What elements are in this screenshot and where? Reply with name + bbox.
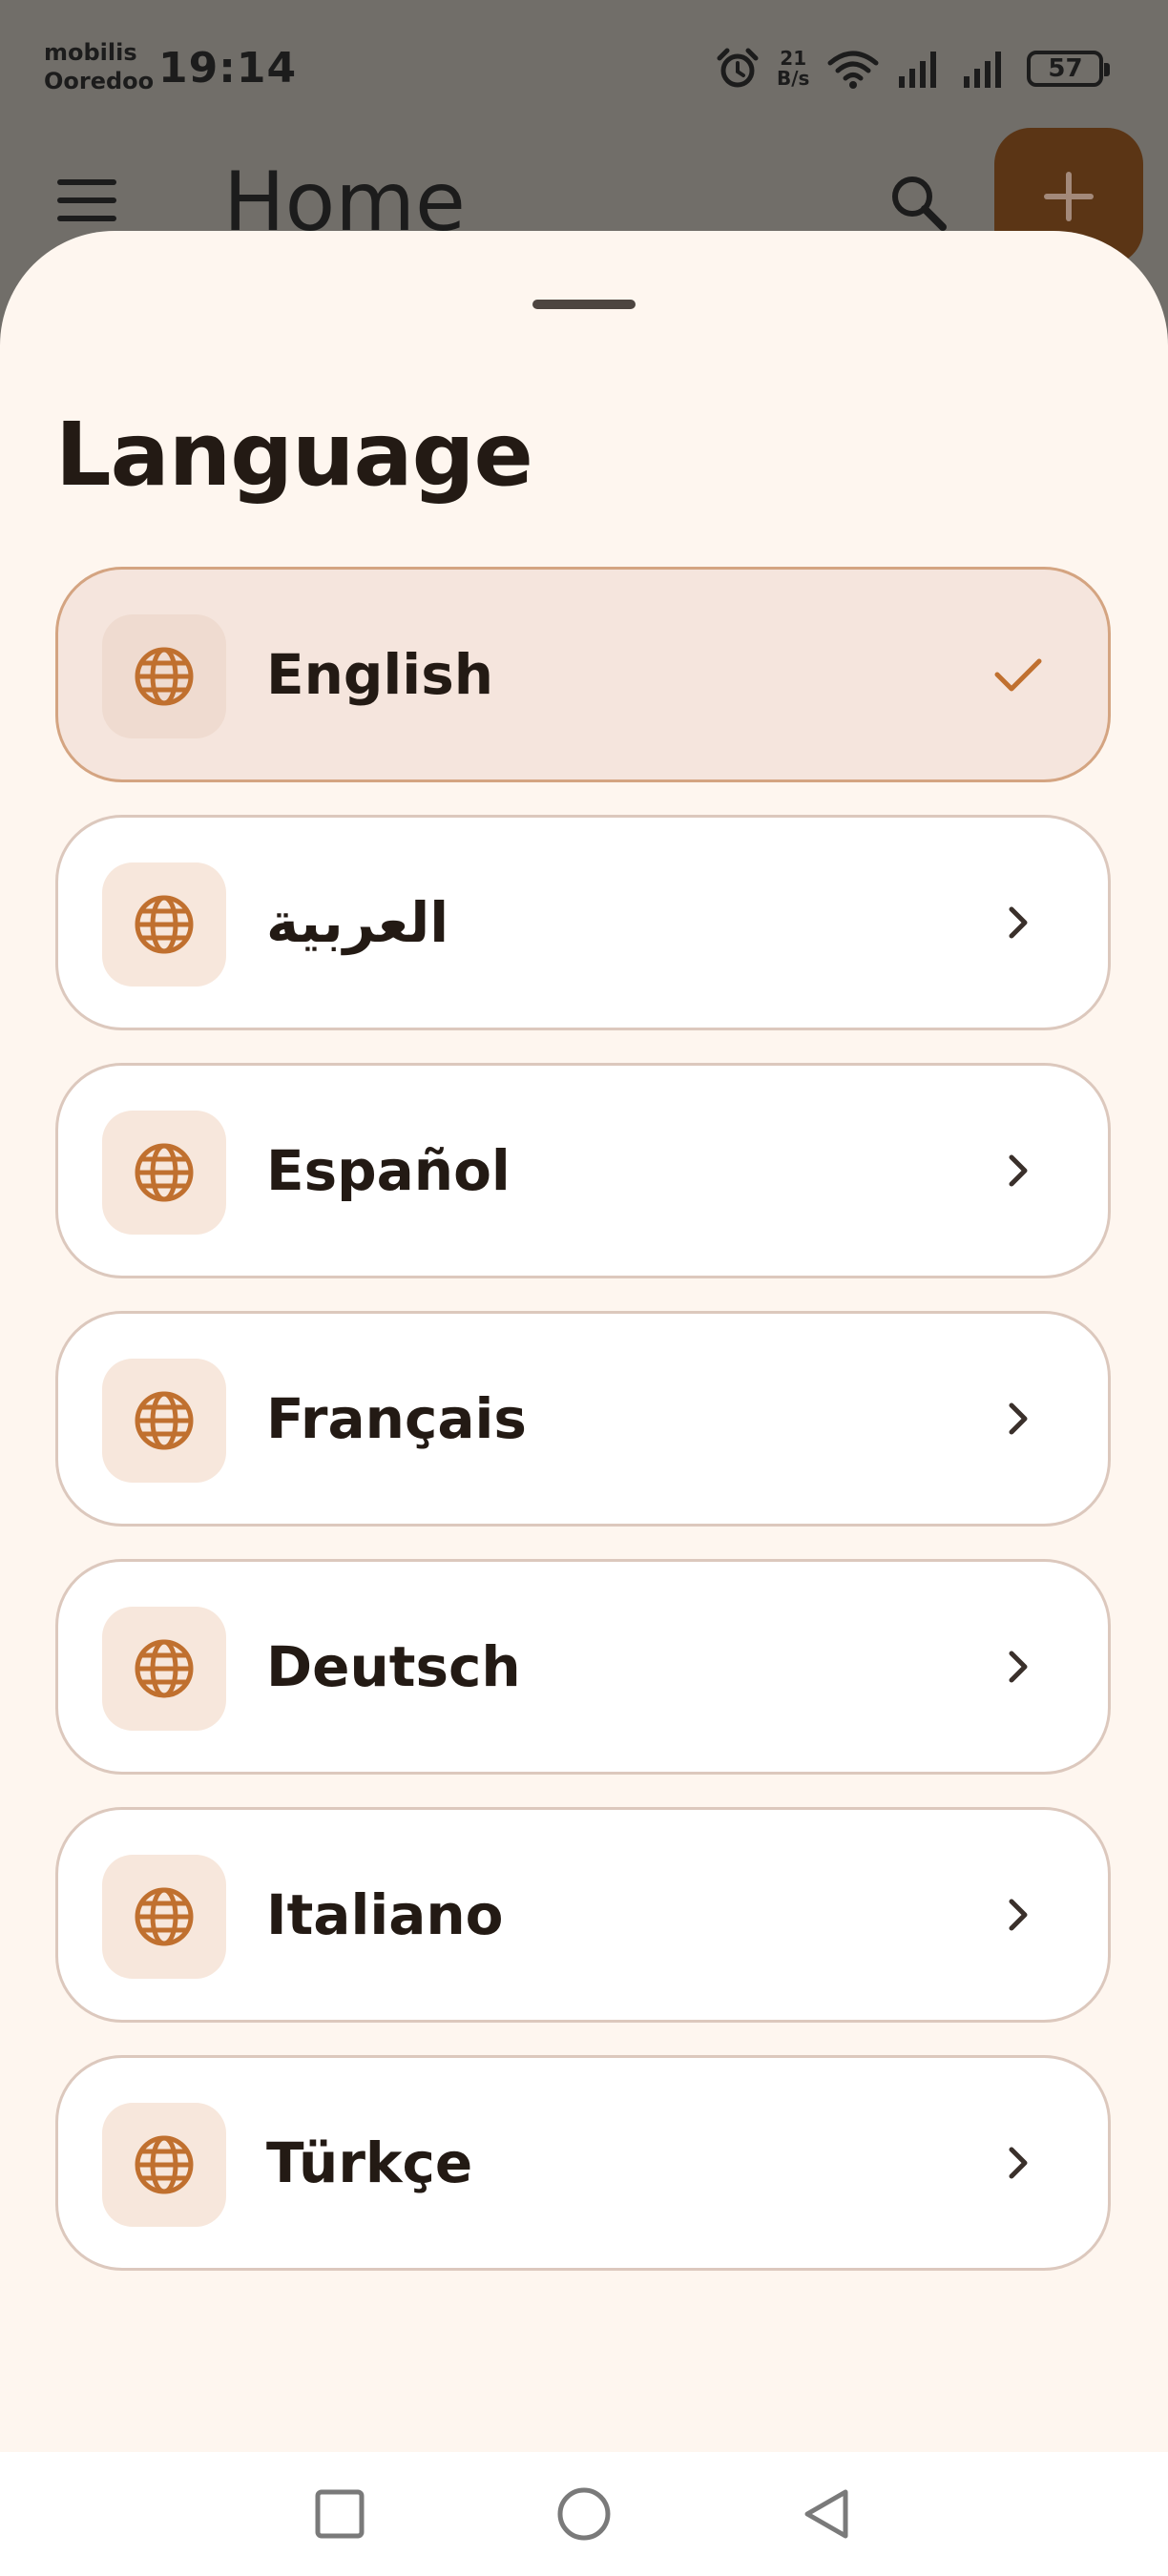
language-label: Español [266,1138,511,1203]
globe-icon [135,1887,194,1946]
wifi-icon [827,51,879,89]
menu-icon[interactable] [57,179,116,221]
network-speed-unit: B/s [777,67,810,90]
chevron-right-icon [1009,1651,1028,1683]
chevron-right-icon [1009,1154,1028,1187]
language-label: Deutsch [266,1634,521,1699]
language-option-french[interactable]: Français [55,1311,1111,1527]
carrier-label: mobilis Ooredoo [44,38,154,95]
language-list: English العربية Español Français Deutsch… [55,567,1111,2303]
language-label: Türkçe [266,2130,473,2195]
sheet-title: Language [55,404,533,506]
globe-icon-container [102,614,226,738]
language-option-german[interactable]: Deutsch [55,1559,1111,1775]
back-triangle-icon[interactable] [794,2481,861,2547]
language-option-turkish[interactable]: Türkçe [55,2055,1111,2271]
status-time: 19:14 [158,44,298,93]
globe-icon [135,1391,194,1450]
language-option-spanish[interactable]: Español [55,1063,1111,1278]
globe-icon-container [102,2103,226,2227]
language-bottom-sheet: Language English العربية Español Françai… [0,231,1168,2452]
language-option-english[interactable]: English [55,567,1111,782]
globe-icon-container [102,1111,226,1235]
search-icon[interactable] [887,172,949,233]
recents-square-icon[interactable] [306,2481,373,2547]
chevron-right-icon [1009,1402,1028,1435]
chevron-right-icon [1009,906,1028,939]
globe-icon-container [102,1607,226,1731]
globe-icon-container [102,1359,226,1483]
status-bar: mobilis Ooredoo 19:14 21 B/s 57 [0,0,1168,134]
system-navigation-bar [0,2452,1168,2576]
language-label: Italiano [266,1882,504,1947]
chevron-right-icon [1009,2147,1028,2179]
battery-level: 57 [1048,54,1083,83]
carrier-line-2: Ooredoo [44,68,155,94]
globe-icon-container [102,1855,226,1979]
home-circle-icon[interactable] [551,2481,617,2547]
check-icon [994,658,1042,692]
network-speed: 21 B/s [777,49,809,89]
language-label: English [266,642,494,707]
add-icon [1044,172,1094,221]
carrier-line-1: mobilis [44,39,137,66]
globe-icon [135,647,194,706]
globe-icon-container [102,862,226,987]
language-label: العربية [266,890,449,955]
drag-handle[interactable] [532,300,636,309]
language-label: Français [266,1386,527,1451]
globe-icon [135,1143,194,1202]
signal-icon [964,52,1002,88]
language-option-arabic[interactable]: العربية [55,815,1111,1030]
status-icons: 21 B/s 57 [716,44,1111,93]
signal-icon [899,52,937,88]
alarm-icon [717,48,759,88]
globe-icon [135,2135,194,2194]
language-option-italian[interactable]: Italiano [55,1807,1111,2023]
chevron-right-icon [1009,1899,1028,1931]
battery-indicator: 57 [1027,51,1111,87]
network-speed-value: 21 [780,47,807,70]
globe-icon [135,895,194,954]
globe-icon [135,1639,194,1698]
